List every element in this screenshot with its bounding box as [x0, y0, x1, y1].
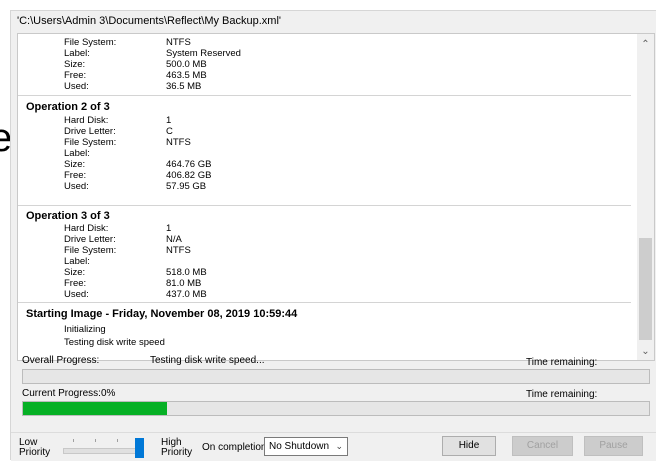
operation-title: Operation 3 of 3 [26, 210, 110, 222]
log-key: Free: [64, 170, 87, 181]
current-time-remaining-label: Time remaining: [526, 389, 598, 400]
log-key: Hard Disk: [64, 115, 109, 126]
log-row: Drive Letter: C [18, 126, 631, 137]
log-key: Free: [64, 70, 87, 81]
chevron-up-icon[interactable]: ⌃ [637, 36, 654, 53]
overall-progress-label: Overall Progress: [22, 355, 100, 366]
log-row: Hard Disk: 1 [18, 115, 631, 126]
log-content: File System: NTFS Label: System Reserved S… [18, 34, 637, 360]
log-key: File System: [64, 137, 117, 148]
log-value: 1 [166, 223, 172, 234]
overall-progress-bar [22, 369, 650, 384]
priority-slider-track[interactable] [63, 448, 143, 454]
log-row: Used: 437.0 MB [18, 289, 631, 300]
log-row: File System: NTFS [18, 37, 631, 48]
bottom-toolbar: Low Priority High Priority On completion… [11, 432, 656, 461]
log-key: Used: [64, 81, 89, 92]
pause-button[interactable]: Pause [584, 436, 643, 456]
log-row: Label: [18, 256, 631, 267]
log-key: Label: [64, 148, 90, 159]
current-progress-fill [23, 402, 167, 415]
operation-3-section: Operation 3 of 3 Hard Disk: 1 Drive Lette… [18, 206, 631, 303]
slider-tick [95, 439, 96, 442]
imaging-title: Starting Image - Friday, November 08, 20… [26, 308, 298, 320]
window-title: 'C:\Users\Admin 3\Documents\Reflect\My B… [17, 15, 281, 27]
log-key: Used: [64, 289, 89, 300]
scrollbar-thumb[interactable] [639, 238, 652, 340]
log-value: 1 [166, 115, 172, 126]
log-row: Free: 406.82 GB [18, 170, 631, 181]
log-value: 437.0 MB [166, 289, 207, 300]
log-value: 518.0 MB [166, 267, 207, 278]
high-priority-label: High Priority [161, 438, 192, 458]
log-key: Drive Letter: [64, 126, 116, 137]
log-row: File System: NTFS [18, 137, 631, 148]
slider-tick [73, 439, 74, 442]
log-key: Label: [64, 256, 90, 267]
log-row: Label: System Reserved [18, 48, 631, 59]
operation-2-section: Operation 2 of 3 Hard Disk: 1 Drive Lette… [18, 96, 631, 206]
overall-time-remaining-label: Time remaining: [526, 357, 598, 368]
slider-tick [117, 439, 118, 442]
current-progress-bar [22, 401, 650, 416]
log-key: Label: [64, 48, 90, 59]
log-key: Size: [64, 267, 86, 278]
log-value: 500.0 MB [166, 59, 207, 70]
log-row: Used: 57.95 GB [18, 181, 631, 192]
log-row: Size: 464.76 GB [18, 159, 631, 170]
current-progress-percent: 0% [101, 388, 116, 399]
chevron-down-icon[interactable]: ⌄ [637, 343, 654, 360]
log-value: C [166, 126, 173, 137]
log-key: Size: [64, 159, 86, 170]
log-key: Hard Disk: [64, 223, 109, 234]
low-priority-line-2: Priority [19, 447, 51, 458]
log-key: Size: [64, 59, 86, 70]
current-progress-label: Current Progress: [22, 388, 101, 399]
hide-button[interactable]: Hide [442, 436, 496, 456]
log-key: Free: [64, 278, 87, 289]
log-value: 463.5 MB [166, 70, 207, 81]
log-row: Hard Disk: 1 [18, 223, 631, 234]
log-value: NTFS [166, 245, 191, 256]
operation-1-section: File System: NTFS Label: System Reserved S… [18, 34, 631, 96]
imaging-status-line: Testing disk write speed [64, 337, 165, 348]
low-priority-label: Low Priority [19, 438, 50, 458]
log-scrollbar[interactable]: ⌃ ⌄ [637, 34, 654, 360]
log-row: Free: 81.0 MB [18, 278, 631, 289]
log-value: 406.82 GB [166, 170, 212, 181]
overall-progress-status: Testing disk write speed... [150, 355, 265, 366]
imaging-section: Starting Image - Friday, November 08, 20… [18, 303, 637, 359]
cancel-button[interactable]: Cancel [512, 436, 573, 456]
log-value: 464.76 GB [166, 159, 212, 170]
operation-title: Operation 2 of 3 [26, 101, 110, 113]
log-value: NTFS [166, 137, 191, 148]
log-value: 36.5 MB [166, 81, 202, 92]
log-key: Drive Letter: [64, 234, 116, 245]
log-row: Used: 36.5 MB [18, 81, 631, 92]
on-completion-label: On completion [202, 442, 267, 453]
log-value: 81.0 MB [166, 278, 202, 289]
log-row: Label: [18, 148, 631, 159]
high-priority-line-2: Priority [161, 447, 193, 458]
chevron-down-icon: ⌄ [335, 441, 343, 451]
log-value: N/A [166, 234, 182, 245]
log-row: Drive Letter: N/A [18, 234, 631, 245]
log-row: Size: 500.0 MB [18, 59, 631, 70]
on-completion-select[interactable]: No Shutdown ⌄ [264, 437, 348, 456]
backup-progress-window: 'C:\Users\Admin 3\Documents\Reflect\My B… [10, 10, 656, 461]
on-completion-value: No Shutdown [269, 441, 330, 452]
priority-slider-thumb[interactable] [135, 438, 144, 458]
log-row: Size: 518.0 MB [18, 267, 631, 278]
log-row: File System: NTFS [18, 245, 631, 256]
log-row: Free: 463.5 MB [18, 70, 631, 81]
log-key: Used: [64, 181, 89, 192]
operations-log[interactable]: File System: NTFS Label: System Reserved S… [17, 33, 655, 361]
log-value: 57.95 GB [166, 181, 207, 192]
imaging-status-line: Initializing [64, 324, 106, 335]
log-value: System Reserved [166, 48, 241, 59]
log-key: File System: [64, 245, 117, 256]
log-value: NTFS [166, 37, 191, 48]
log-key: File System: [64, 37, 117, 48]
